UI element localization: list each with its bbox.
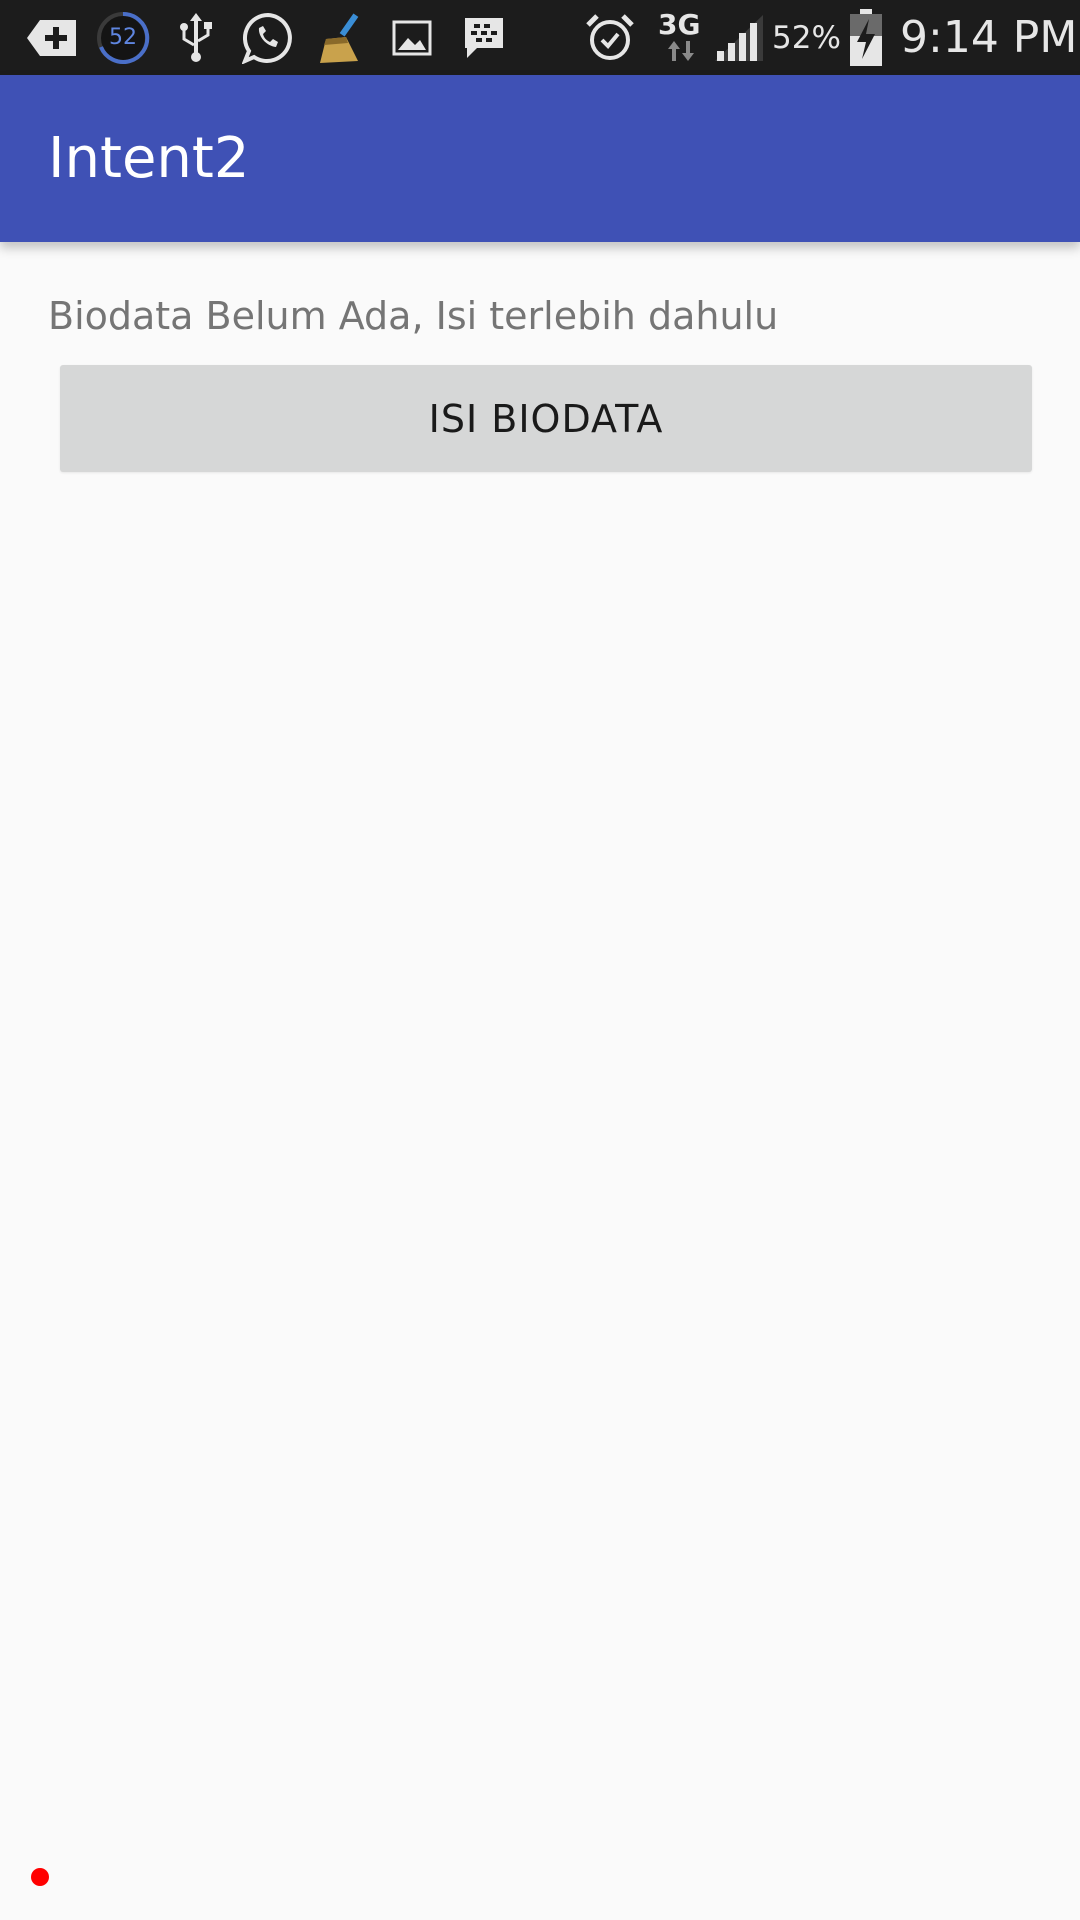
signal-icon — [712, 0, 766, 75]
alarm-icon — [584, 0, 636, 75]
app-title: Intent2 — [48, 126, 250, 191]
bbm-icon — [460, 0, 508, 75]
status-time: 9:14 PM — [900, 12, 1078, 63]
touch-indicator — [31, 1868, 49, 1886]
notification-count: 52 — [109, 25, 137, 50]
usb-icon — [176, 0, 216, 75]
battery-percent: 52% — [772, 19, 841, 56]
whatsapp-icon — [240, 0, 296, 75]
app-bar: Intent2 — [0, 75, 1080, 242]
add-icon — [26, 0, 78, 75]
biodata-message: Biodata Belum Ada, Isi terlebih dahulu — [48, 294, 779, 338]
status-bar: 52 3G 52% 9:14 PM — [0, 0, 1080, 75]
image-icon — [390, 0, 434, 75]
broom-icon — [312, 0, 366, 75]
battery-charging-icon — [846, 0, 886, 75]
count-badge-icon: 52 — [96, 0, 150, 75]
isi-biodata-button[interactable]: ISI BIODATA — [60, 365, 1032, 472]
data-arrows-icon — [666, 36, 696, 66]
